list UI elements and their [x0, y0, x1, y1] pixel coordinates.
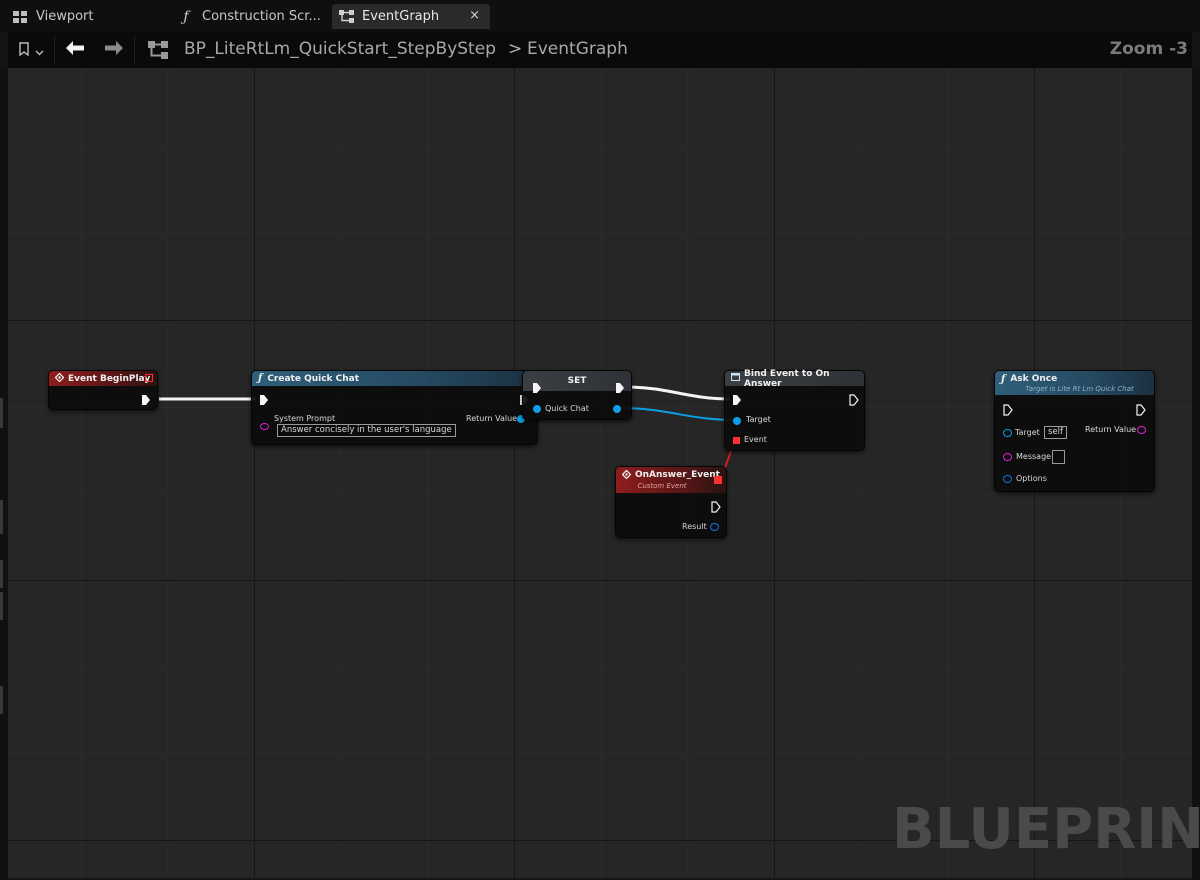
divider — [134, 36, 135, 64]
exec-out-pin[interactable] — [615, 382, 625, 394]
return-value-label: Return Value — [466, 414, 518, 423]
close-icon[interactable]: × — [469, 8, 480, 23]
blueprint-watermark: BLUEPRINT — [892, 797, 1200, 862]
node-header: ƒ Ask Once Target is Lite Rt Lm Quick Ch… — [995, 371, 1154, 395]
node-title: Bind Event to On Answer — [744, 368, 830, 389]
divider — [54, 36, 55, 64]
breadcrumb-blueprint[interactable]: BP_LiteRtLm_QuickStart_StepByStep — [184, 39, 496, 59]
object-pin-icon[interactable] — [533, 405, 541, 413]
node-header: ƒ Create Quick Chat — [252, 371, 537, 386]
node-create-quick-chat[interactable]: ƒ Create Quick Chat System Prompt Answer… — [251, 370, 538, 445]
node-subtitle: Target is Lite Rt Lm Quick Chat — [1025, 385, 1134, 393]
string-pin-icon[interactable] — [260, 423, 269, 430]
exec-in-pin[interactable] — [732, 394, 742, 406]
exec-in-pin[interactable] — [259, 394, 269, 406]
back-button[interactable] — [62, 38, 88, 62]
string-pin-icon[interactable] — [1137, 426, 1146, 434]
node-title: Ask Once — [1010, 374, 1058, 384]
node-ask-once[interactable]: ƒ Ask Once Target is Lite Rt Lm Quick Ch… — [994, 370, 1155, 492]
message-input[interactable] — [1052, 450, 1065, 464]
exec-wire-set-to-bindevent — [625, 385, 731, 401]
bookmark-button[interactable] — [14, 38, 48, 62]
exec-in-pin[interactable] — [532, 382, 542, 394]
tab-eventgraph[interactable]: EventGraph × — [332, 4, 490, 29]
target-label: Target — [1015, 428, 1040, 437]
node-header: OnAnswer_Event Custom Event — [616, 467, 726, 493]
target-input[interactable]: self — [1044, 426, 1068, 439]
zoom-level: Zoom -3 — [1109, 39, 1188, 59]
function-icon: ƒ — [258, 373, 263, 384]
tab-label: Construction Scr... — [202, 9, 321, 24]
event-diamond-icon — [54, 372, 65, 385]
exec-out-pin[interactable] — [711, 501, 721, 513]
object-pin-icon[interactable] — [1003, 429, 1012, 437]
event-diamond-icon — [621, 469, 632, 482]
return-value-label: Return Value — [1085, 425, 1137, 434]
tab-viewport[interactable]: Viewport — [0, 4, 160, 29]
breadcrumb-separator: > — [508, 39, 523, 59]
message-label: Message — [1016, 452, 1052, 461]
right-panel-edge — [1192, 68, 1200, 880]
exec-out-pin[interactable] — [1136, 404, 1146, 416]
node-title: SET — [567, 376, 587, 386]
graph-canvas[interactable]: Event BeginPlay ƒ Create Quick Chat Syst… — [8, 68, 1192, 878]
exec-out-pin[interactable] — [849, 394, 859, 406]
breadcrumb-bar: BP_LiteRtLm_QuickStart_StepByStep > Even… — [8, 32, 1192, 68]
tab-bar: Viewport ƒ Construction Scr... EventGrap… — [0, 0, 1200, 32]
event-label: Event — [744, 435, 767, 444]
delegate-pin-icon[interactable] — [714, 476, 722, 484]
node-bind-event-on-answer[interactable]: Bind Event to On Answer Target Event — [724, 368, 865, 451]
options-label: Options — [1016, 474, 1047, 483]
arrow-left-icon — [65, 40, 85, 60]
system-prompt-input[interactable]: Answer concisely in the user's language — [277, 424, 456, 437]
function-icon: ƒ — [1001, 374, 1006, 385]
function-icon: ƒ — [183, 8, 189, 25]
bookmark-icon — [18, 41, 31, 60]
node-event-beginplay[interactable]: Event BeginPlay — [48, 370, 158, 410]
node-set-quick-chat[interactable]: SET Quick Chat — [522, 370, 632, 420]
tab-construction-script[interactable]: ƒ Construction Scr... — [166, 4, 326, 29]
node-subtitle: Custom Event — [637, 482, 687, 490]
object-pin-icon[interactable] — [1003, 475, 1012, 483]
node-title: Create Quick Chat — [267, 373, 360, 384]
graph-icon — [338, 9, 354, 25]
node-header: Event BeginPlay — [49, 371, 157, 386]
node-title: Event BeginPlay — [68, 373, 151, 384]
forward-button[interactable] — [101, 38, 127, 62]
tab-label: Viewport — [36, 9, 94, 24]
viewport-grid-icon — [12, 9, 28, 25]
object-pin-icon[interactable] — [733, 417, 741, 425]
string-pin-icon[interactable] — [1003, 453, 1012, 461]
exec-in-pin[interactable] — [1003, 404, 1013, 416]
chevron-down-icon — [35, 41, 44, 60]
node-onanswer-event[interactable]: OnAnswer_Event Custom Event Result — [615, 466, 727, 538]
quick-chat-label: Quick Chat — [545, 404, 589, 413]
tab-label: EventGraph — [362, 9, 440, 24]
target-label: Target — [746, 415, 771, 424]
system-prompt-label: System Prompt — [274, 414, 336, 423]
blueprint-editor: Viewport ƒ Construction Scr... EventGrap… — [0, 0, 1200, 880]
node-title: OnAnswer_Event — [635, 470, 720, 480]
left-panel-edge — [0, 68, 8, 880]
delegate-pin-icon[interactable] — [733, 437, 740, 444]
breadcrumb-graph[interactable]: EventGraph — [527, 39, 628, 59]
result-label: Result — [682, 522, 707, 531]
object-pin-icon[interactable] — [613, 405, 621, 413]
object-pin-icon[interactable] — [710, 523, 719, 531]
arrow-right-icon — [104, 40, 124, 60]
delegate-pin-icon[interactable] — [145, 374, 153, 382]
node-header: Bind Event to On Answer — [725, 368, 864, 389]
window-icon — [731, 373, 740, 384]
object-wire-set-to-bindevent — [619, 407, 736, 421]
exec-out-pin[interactable] — [141, 394, 151, 406]
graph-icon — [146, 38, 170, 62]
